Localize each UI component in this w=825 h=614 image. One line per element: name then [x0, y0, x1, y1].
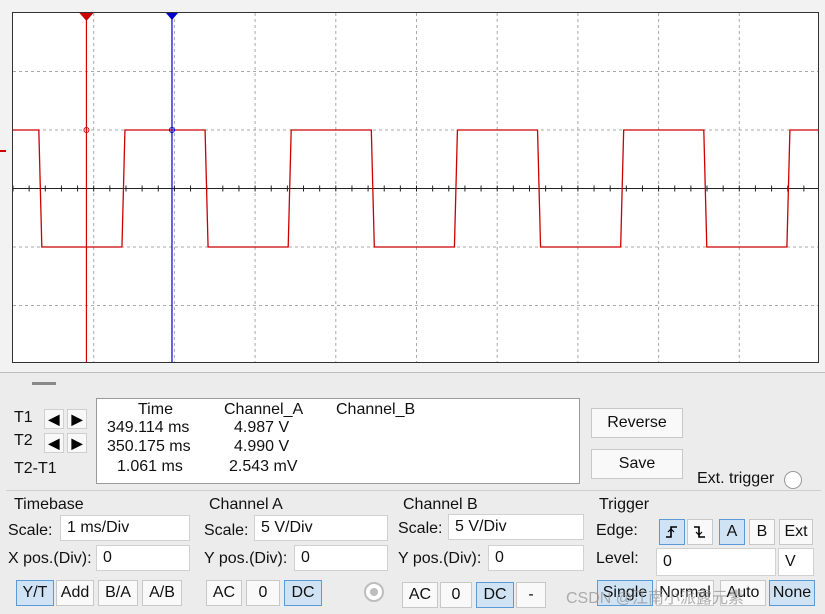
header-channel-a: Channel_A — [224, 401, 304, 418]
trigger-title: Trigger — [599, 496, 650, 513]
channel-a-ypos-label: Y pos.(Div): — [204, 550, 288, 567]
trigger-source-a-button[interactable]: A — [719, 519, 745, 545]
channel-b-zero-button[interactable]: 0 — [440, 582, 472, 608]
t2-left-arrow-icon[interactable]: ◀ — [44, 433, 64, 453]
channel-a-scale-label: Scale: — [204, 522, 249, 539]
trigger-level-unit: V — [778, 548, 814, 576]
row1-time: 349.114 ms — [107, 419, 190, 436]
trigger-level-marker — [0, 150, 6, 152]
trigger-none-button[interactable]: None — [769, 580, 815, 606]
trigger-level-field[interactable]: 0 — [656, 548, 776, 576]
channel-b-ac-button[interactable]: AC — [402, 582, 438, 608]
row2-time: 350.175 ms — [107, 438, 191, 455]
channel-b-dash-button[interactable]: - — [516, 582, 546, 608]
cursor-t2-handle-icon — [165, 13, 178, 20]
trigger-source-b-button[interactable]: B — [749, 519, 775, 545]
channel-a-dc-button[interactable]: DC — [284, 580, 322, 606]
falling-edge-icon[interactable] — [687, 519, 713, 545]
channel-a-title: Channel A — [209, 496, 283, 513]
scope-screen — [12, 12, 819, 363]
mode-yt-button[interactable]: Y/T — [16, 580, 54, 606]
rising-edge-icon[interactable] — [659, 519, 685, 545]
timebase-title: Timebase — [14, 496, 84, 513]
row1-channel-a: 4.987 V — [234, 419, 290, 436]
ext-trigger-radio[interactable] — [784, 471, 802, 489]
trigger-level-label: Level: — [596, 550, 639, 567]
trigger-edge-label: Edge: — [596, 522, 638, 539]
timebase-scale-label: Scale: — [8, 522, 53, 539]
header-time: Time — [138, 401, 173, 418]
t2-right-arrow-icon[interactable]: ▶ — [67, 433, 87, 453]
cursor-t1-label: T1 — [14, 409, 33, 426]
channel-b-title: Channel B — [403, 496, 478, 513]
settings-panel-divider — [6, 490, 821, 491]
watermark-text: CSDN @江南小派露元素 — [566, 590, 745, 607]
channel-b-ypos-field[interactable]: 0 — [488, 545, 584, 571]
ext-trigger-label: Ext. trigger — [697, 470, 775, 487]
timebase-xpos-label: X pos.(Div): — [8, 550, 92, 567]
mode-a-over-b-button[interactable]: A/B — [142, 580, 182, 606]
cursor-readout-table: Time Channel_A Channel_B 349.114 ms 4.98… — [96, 398, 580, 484]
cursor-diff-label: T2-T1 — [14, 460, 57, 477]
channel-b-scale-label: Scale: — [398, 520, 443, 537]
row3-channel-a: 2.543 mV — [229, 458, 298, 475]
cursor-t1-handle-icon — [79, 13, 94, 21]
channel-a-scale-field[interactable]: 5 V/Div — [254, 515, 388, 541]
reverse-button[interactable]: Reverse — [591, 408, 683, 438]
trigger-source-ext-button[interactable]: Ext — [779, 519, 813, 545]
timebase-xpos-field[interactable]: 0 — [96, 545, 190, 571]
save-button[interactable]: Save — [591, 449, 683, 479]
t1-left-arrow-icon[interactable]: ◀ — [44, 409, 64, 429]
channel-a-probe-icon[interactable] — [364, 582, 384, 602]
panel-resize-grip[interactable] — [32, 382, 56, 385]
row3-time: 1.061 ms — [117, 458, 183, 475]
channel-b-ypos-label: Y pos.(Div): — [398, 550, 482, 567]
scope-graph — [13, 13, 818, 362]
oscilloscope-display — [0, 0, 825, 373]
row2-channel-a: 4.990 V — [234, 438, 290, 455]
channel-b-dc-button[interactable]: DC — [476, 582, 514, 608]
timebase-scale-field[interactable]: 1 ms/Div — [60, 515, 190, 541]
t1-right-arrow-icon[interactable]: ▶ — [67, 409, 87, 429]
header-channel-b: Channel_B — [336, 401, 416, 418]
channel-b-scale-field[interactable]: 5 V/Div — [448, 514, 584, 540]
mode-add-button[interactable]: Add — [56, 580, 94, 606]
channel-a-zero-button[interactable]: 0 — [246, 580, 280, 606]
cursor-t2-label: T2 — [14, 432, 33, 449]
channel-a-ac-button[interactable]: AC — [206, 580, 242, 606]
channel-a-ypos-field[interactable]: 0 — [294, 545, 388, 571]
mode-b-over-a-button[interactable]: B/A — [98, 580, 138, 606]
